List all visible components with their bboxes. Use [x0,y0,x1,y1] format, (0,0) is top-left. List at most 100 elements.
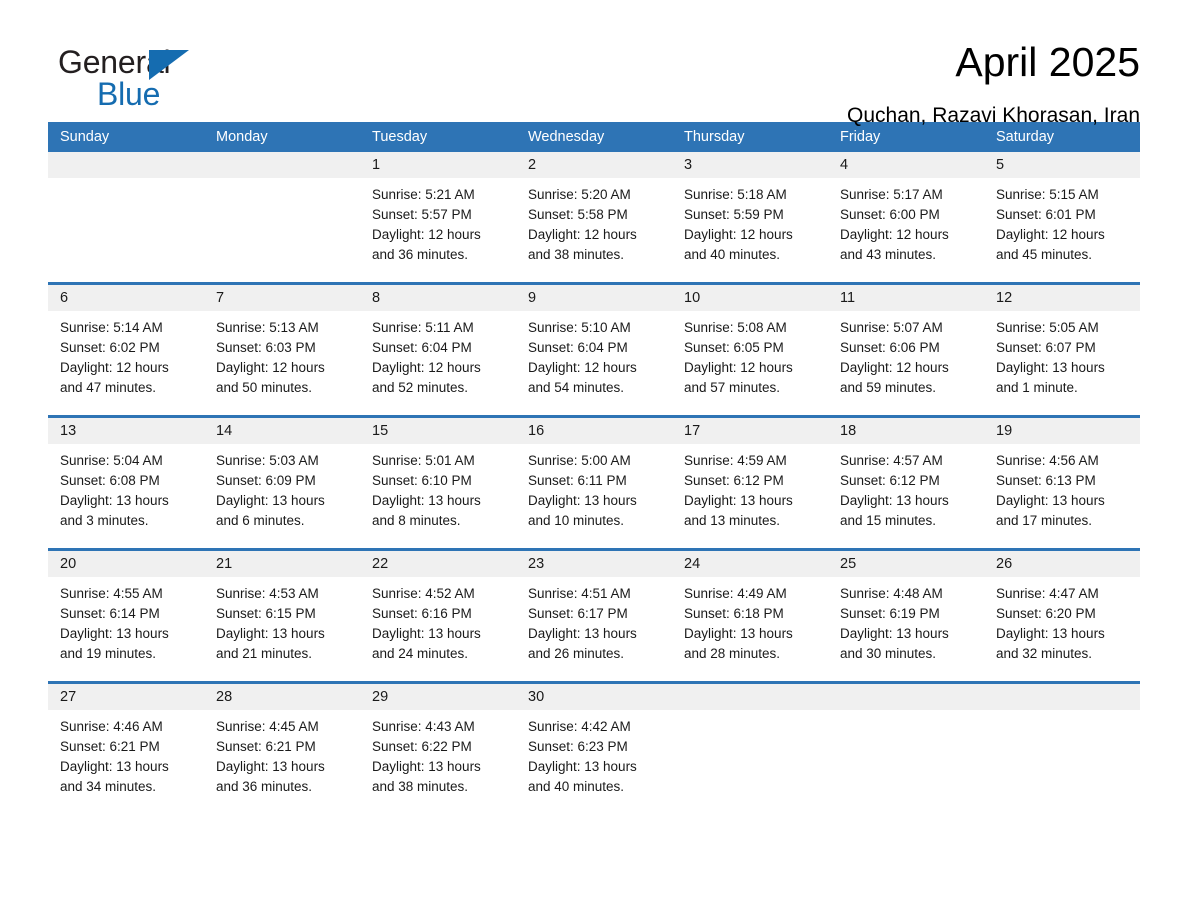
day-details: Sunrise: 4:51 AM Sunset: 6:17 PM Daylight:… [516,577,672,674]
sunset-time: Sunset: 5:59 PM [684,207,784,222]
day-number: 18 [828,418,984,444]
day-details: Sunrise: 5:13 AM Sunset: 6:03 PM Daylight:… [204,311,360,408]
sunset-time: Sunset: 5:57 PM [372,207,472,222]
calendar-day-cell[interactable]: 21 Sunrise: 4:53 AM Sunset: 6:15 PM Dayligh… [204,551,360,674]
calendar-week-cells: 27 Sunrise: 4:46 AM Sunset: 6:21 PM Dayligh… [48,684,1140,807]
calendar-day-cell[interactable]: 28 Sunrise: 4:45 AM Sunset: 6:21 PM Dayligh… [204,684,360,807]
calendar-day-cell[interactable]: 11 Sunrise: 5:07 AM Sunset: 6:06 PM Dayligh… [828,285,984,408]
calendar-day-cell[interactable]: 19 Sunrise: 4:56 AM Sunset: 6:13 PM Dayligh… [984,418,1140,541]
daylight-duration-line1: Daylight: 13 hours [216,759,325,774]
day-details: Sunrise: 5:10 AM Sunset: 6:04 PM Daylight:… [516,311,672,408]
sunrise-time: Sunrise: 4:55 AM [60,586,163,601]
daylight-duration-line1: Daylight: 13 hours [60,759,169,774]
calendar-day-cell-empty [828,684,984,807]
day-number: 25 [828,551,984,577]
daylight-duration-line2: and 28 minutes. [684,646,781,661]
calendar-day-cell[interactable]: 18 Sunrise: 4:57 AM Sunset: 6:12 PM Dayligh… [828,418,984,541]
day-number: 7 [204,285,360,311]
sunrise-time: Sunrise: 4:42 AM [528,719,631,734]
daylight-duration-line2: and 10 minutes. [528,513,625,528]
calendar-day-cell[interactable]: 27 Sunrise: 4:46 AM Sunset: 6:21 PM Dayligh… [48,684,204,807]
calendar-day-cell[interactable]: 2 Sunrise: 5:20 AM Sunset: 5:58 PM Daylight… [516,152,672,275]
day-number: 27 [48,684,204,710]
daylight-duration-line2: and 47 minutes. [60,380,157,395]
day-number: 26 [984,551,1140,577]
calendar-day-cell[interactable]: 4 Sunrise: 5:17 AM Sunset: 6:00 PM Daylight… [828,152,984,275]
daylight-duration-line1: Daylight: 13 hours [372,626,481,641]
sunset-time: Sunset: 6:10 PM [372,473,472,488]
calendar-week-cells: 6 Sunrise: 5:14 AM Sunset: 6:02 PM Daylight… [48,285,1140,408]
day-details: Sunrise: 4:56 AM Sunset: 6:13 PM Daylight:… [984,444,1140,541]
calendar-day-cell[interactable]: 10 Sunrise: 5:08 AM Sunset: 6:05 PM Dayligh… [672,285,828,408]
calendar-day-cell[interactable]: 23 Sunrise: 4:51 AM Sunset: 6:17 PM Dayligh… [516,551,672,674]
daylight-duration-line2: and 13 minutes. [684,513,781,528]
daylight-duration-line2: and 15 minutes. [840,513,937,528]
sunset-time: Sunset: 6:16 PM [372,606,472,621]
sunrise-time: Sunrise: 4:57 AM [840,453,943,468]
calendar-day-cell[interactable]: 9 Sunrise: 5:10 AM Sunset: 6:04 PM Daylight… [516,285,672,408]
daylight-duration-line2: and 38 minutes. [372,779,469,794]
daylight-duration-line2: and 21 minutes. [216,646,313,661]
general-blue-logo[interactable]: General Blue [48,42,208,114]
daylight-duration-line1: Daylight: 13 hours [216,493,325,508]
calendar-day-cell[interactable]: 8 Sunrise: 5:11 AM Sunset: 6:04 PM Daylight… [360,285,516,408]
day-details: Sunrise: 4:57 AM Sunset: 6:12 PM Daylight:… [828,444,984,541]
daylight-duration-line2: and 36 minutes. [216,779,313,794]
calendar-day-cell[interactable]: 17 Sunrise: 4:59 AM Sunset: 6:12 PM Dayligh… [672,418,828,541]
day-number: 14 [204,418,360,444]
daylight-duration-line2: and 8 minutes. [372,513,461,528]
calendar-day-cell[interactable]: 29 Sunrise: 4:43 AM Sunset: 6:22 PM Dayligh… [360,684,516,807]
day-details: Sunrise: 5:01 AM Sunset: 6:10 PM Daylight:… [360,444,516,541]
calendar-day-cell[interactable]: 15 Sunrise: 5:01 AM Sunset: 6:10 PM Dayligh… [360,418,516,541]
day-number: 24 [672,551,828,577]
day-details: Sunrise: 4:59 AM Sunset: 6:12 PM Daylight:… [672,444,828,541]
day-details: Sunrise: 5:00 AM Sunset: 6:11 PM Daylight:… [516,444,672,541]
day-number: 13 [48,418,204,444]
sunrise-time: Sunrise: 5:07 AM [840,320,943,335]
calendar-day-cell[interactable]: 25 Sunrise: 4:48 AM Sunset: 6:19 PM Dayligh… [828,551,984,674]
sunrise-time: Sunrise: 4:45 AM [216,719,319,734]
daylight-duration-line1: Daylight: 12 hours [684,360,793,375]
sunset-time: Sunset: 6:04 PM [528,340,628,355]
daylight-duration-line1: Daylight: 12 hours [684,227,793,242]
sunset-time: Sunset: 6:20 PM [996,606,1096,621]
calendar-day-cell[interactable]: 13 Sunrise: 5:04 AM Sunset: 6:08 PM Dayligh… [48,418,204,541]
day-number [204,152,360,178]
daylight-duration-line1: Daylight: 12 hours [840,360,949,375]
day-details: Sunrise: 5:20 AM Sunset: 5:58 PM Daylight:… [516,178,672,275]
sunset-time: Sunset: 6:17 PM [528,606,628,621]
calendar-day-cell[interactable]: 14 Sunrise: 5:03 AM Sunset: 6:09 PM Dayligh… [204,418,360,541]
calendar-day-cell[interactable]: 16 Sunrise: 5:00 AM Sunset: 6:11 PM Dayligh… [516,418,672,541]
sunset-time: Sunset: 6:08 PM [60,473,160,488]
weekday-header-sunday: Sunday [60,129,110,145]
sunset-time: Sunset: 6:22 PM [372,739,472,754]
calendar-day-cell[interactable]: 1 Sunrise: 5:21 AM Sunset: 5:57 PM Daylight… [360,152,516,275]
calendar-week-row: 6 Sunrise: 5:14 AM Sunset: 6:02 PM Daylight… [48,282,1140,408]
sunset-time: Sunset: 6:21 PM [216,739,316,754]
daylight-duration-line2: and 17 minutes. [996,513,1093,528]
calendar-day-cell[interactable]: 26 Sunrise: 4:47 AM Sunset: 6:20 PM Dayligh… [984,551,1140,674]
calendar-day-cell[interactable]: 20 Sunrise: 4:55 AM Sunset: 6:14 PM Dayligh… [48,551,204,674]
day-details: Sunrise: 5:07 AM Sunset: 6:06 PM Daylight:… [828,311,984,408]
calendar-day-cell[interactable]: 30 Sunrise: 4:42 AM Sunset: 6:23 PM Dayligh… [516,684,672,807]
calendar-day-cell[interactable]: 3 Sunrise: 5:18 AM Sunset: 5:59 PM Daylight… [672,152,828,275]
sunset-time: Sunset: 6:05 PM [684,340,784,355]
calendar-day-cell[interactable]: 22 Sunrise: 4:52 AM Sunset: 6:16 PM Dayligh… [360,551,516,674]
calendar-day-cell[interactable]: 12 Sunrise: 5:05 AM Sunset: 6:07 PM Dayligh… [984,285,1140,408]
calendar-day-cell[interactable]: 5 Sunrise: 5:15 AM Sunset: 6:01 PM Daylight… [984,152,1140,275]
day-details: Sunrise: 5:15 AM Sunset: 6:01 PM Daylight:… [984,178,1140,275]
sunrise-time: Sunrise: 5:13 AM [216,320,319,335]
sunrise-time: Sunrise: 4:49 AM [684,586,787,601]
sunrise-time: Sunrise: 5:10 AM [528,320,631,335]
daylight-duration-line2: and 26 minutes. [528,646,625,661]
day-number: 9 [516,285,672,311]
weekday-header-saturday: Saturday [996,129,1055,145]
calendar-week-cells: 20 Sunrise: 4:55 AM Sunset: 6:14 PM Dayligh… [48,551,1140,674]
calendar-day-cell[interactable]: 7 Sunrise: 5:13 AM Sunset: 6:03 PM Daylight… [204,285,360,408]
calendar-week-row: 27 Sunrise: 4:46 AM Sunset: 6:21 PM Dayligh… [48,681,1140,807]
sunset-time: Sunset: 6:23 PM [528,739,628,754]
day-number [48,152,204,178]
calendar-day-cell[interactable]: 24 Sunrise: 4:49 AM Sunset: 6:18 PM Dayligh… [672,551,828,674]
sunrise-time: Sunrise: 5:17 AM [840,187,943,202]
calendar-day-cell[interactable]: 6 Sunrise: 5:14 AM Sunset: 6:02 PM Daylight… [48,285,204,408]
